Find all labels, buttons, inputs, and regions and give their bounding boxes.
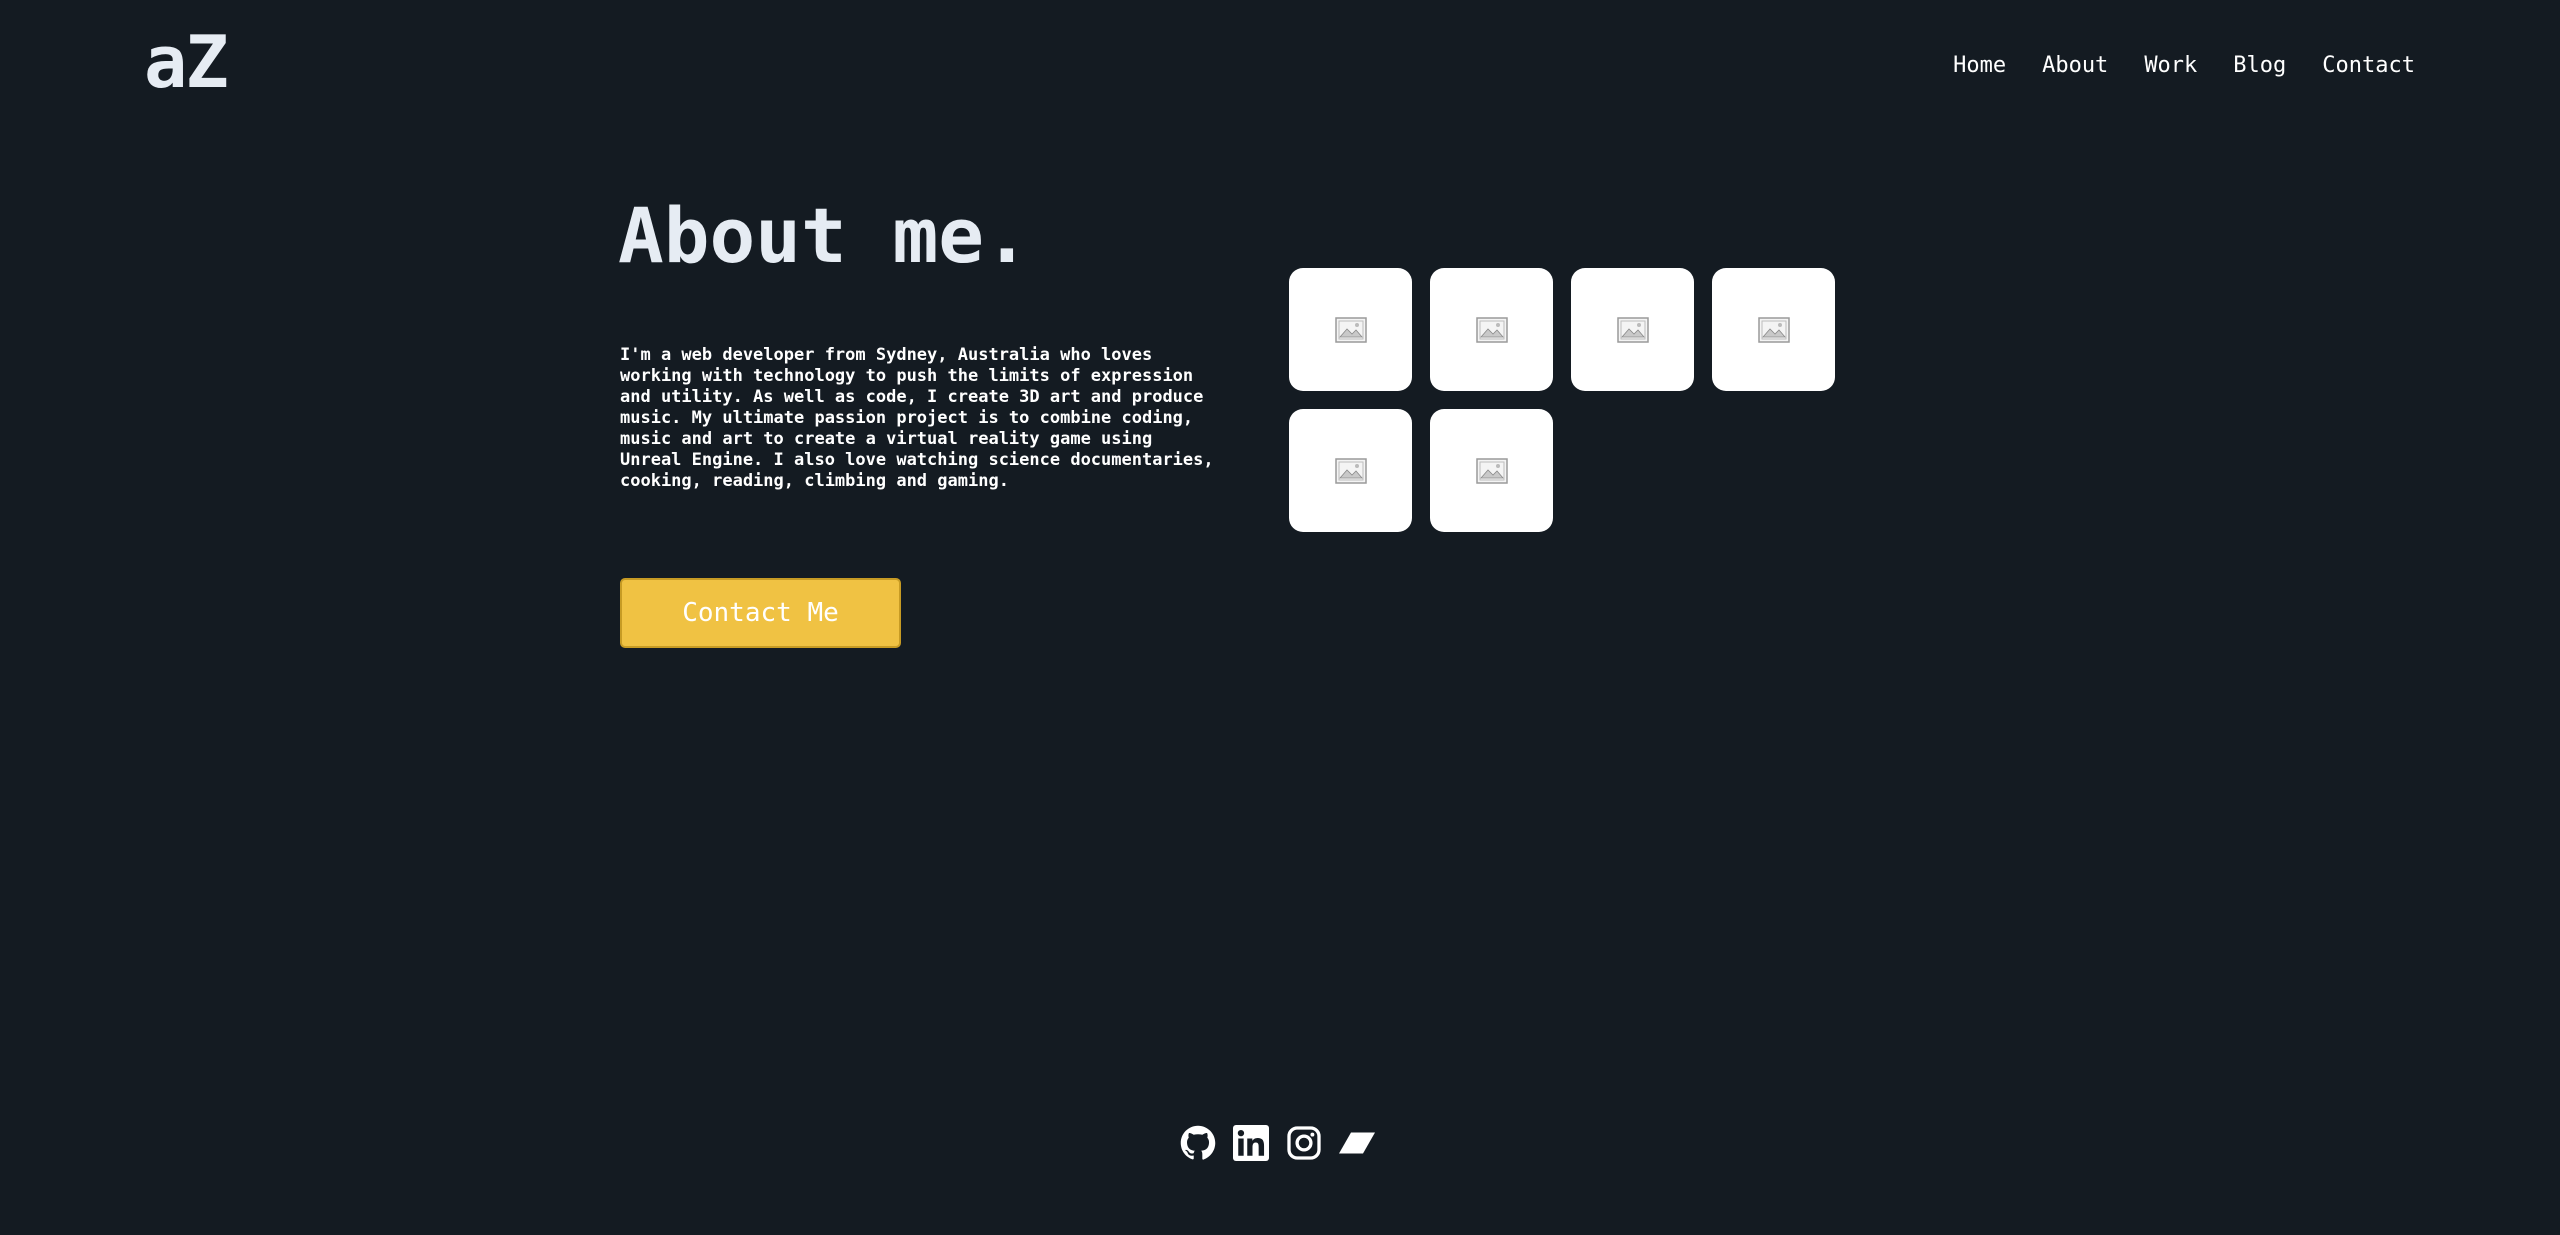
social-links [1180, 1125, 1375, 1161]
nav-about-link[interactable]: About [2042, 50, 2108, 82]
parallelogram-icon [1339, 1132, 1375, 1154]
nav-work-link[interactable]: Work [2144, 50, 2197, 82]
instagram-link[interactable] [1286, 1125, 1322, 1161]
broken-image-icon [1475, 457, 1508, 484]
linkedin-icon [1233, 1125, 1269, 1161]
instagram-icon [1287, 1126, 1321, 1160]
gallery-image[interactable] [1571, 268, 1694, 391]
linkedin-link[interactable] [1233, 1125, 1269, 1161]
site-logo[interactable]: aZ [144, 26, 229, 98]
blog-link[interactable] [1339, 1125, 1375, 1161]
broken-image-icon [1334, 316, 1367, 343]
gallery-image[interactable] [1289, 268, 1412, 391]
gallery-image[interactable] [1289, 409, 1412, 532]
main-nav: Home About Work Blog Contact [1953, 50, 2415, 82]
page-title: About me. [618, 191, 1030, 280]
contact-me-button[interactable]: Contact Me [620, 578, 901, 648]
bio-text: I'm a web developer from Sydney, Austral… [620, 345, 1214, 491]
broken-image-icon [1616, 316, 1649, 343]
github-link[interactable] [1180, 1125, 1216, 1161]
nav-contact-link[interactable]: Contact [2322, 50, 2415, 82]
nav-blog-link[interactable]: Blog [2233, 50, 2286, 82]
github-icon [1180, 1125, 1216, 1160]
broken-image-icon [1334, 457, 1367, 484]
gallery-image[interactable] [1430, 409, 1553, 532]
image-gallery [1289, 268, 1849, 532]
gallery-image[interactable] [1712, 268, 1835, 391]
broken-image-icon [1757, 316, 1790, 343]
nav-home-link[interactable]: Home [1953, 50, 2006, 82]
gallery-image[interactable] [1430, 268, 1553, 391]
broken-image-icon [1475, 316, 1508, 343]
